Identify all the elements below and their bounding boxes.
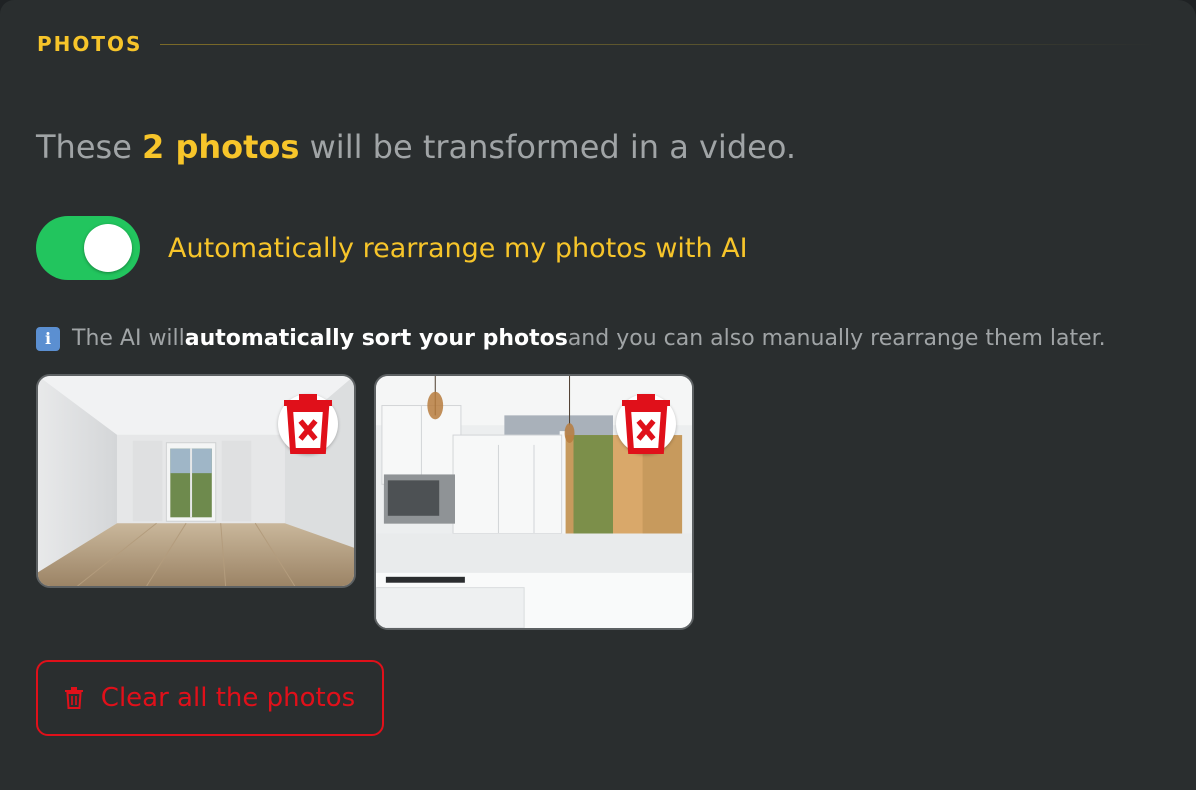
ai-rearrange-row: Automatically rearrange my photos with A… xyxy=(36,216,748,280)
summary-suffix: will be transformed in a video. xyxy=(299,128,796,166)
section-title: PHOTOS xyxy=(37,32,143,56)
info-prefix: The AI will xyxy=(72,326,185,351)
ai-rearrange-toggle[interactable] xyxy=(36,216,140,280)
photo-count: 2 photos xyxy=(142,128,300,166)
section-header: PHOTOS xyxy=(37,32,1157,56)
delete-photo-button[interactable] xyxy=(616,394,676,454)
photo-count-summary: These 2 photos will be transformed in a … xyxy=(36,128,796,166)
clear-all-photos-label: Clear all the photos xyxy=(100,683,356,713)
trash-icon xyxy=(284,394,332,454)
delete-photo-button[interactable] xyxy=(278,394,338,454)
toggle-knob xyxy=(84,224,132,272)
photos-panel: PHOTOS These 2 photos will be transforme… xyxy=(0,0,1196,790)
info-emphasis: automatically sort your photos xyxy=(184,326,568,351)
trash-icon xyxy=(622,394,670,454)
information-icon: i xyxy=(36,326,60,351)
summary-prefix: These xyxy=(36,128,143,166)
info-suffix: and you can also manually rearrange them… xyxy=(567,326,1106,351)
photo-thumbnail[interactable] xyxy=(36,374,356,588)
clear-all-photos-button[interactable]: Clear all the photos xyxy=(36,660,384,736)
photo-thumbnail[interactable] xyxy=(374,374,694,630)
section-divider xyxy=(160,43,1157,45)
ai-info-note: i The AI will automatically sort your ph… xyxy=(36,326,1106,351)
trash-icon xyxy=(64,687,83,709)
ai-rearrange-label[interactable]: Automatically rearrange my photos with A… xyxy=(168,233,748,264)
